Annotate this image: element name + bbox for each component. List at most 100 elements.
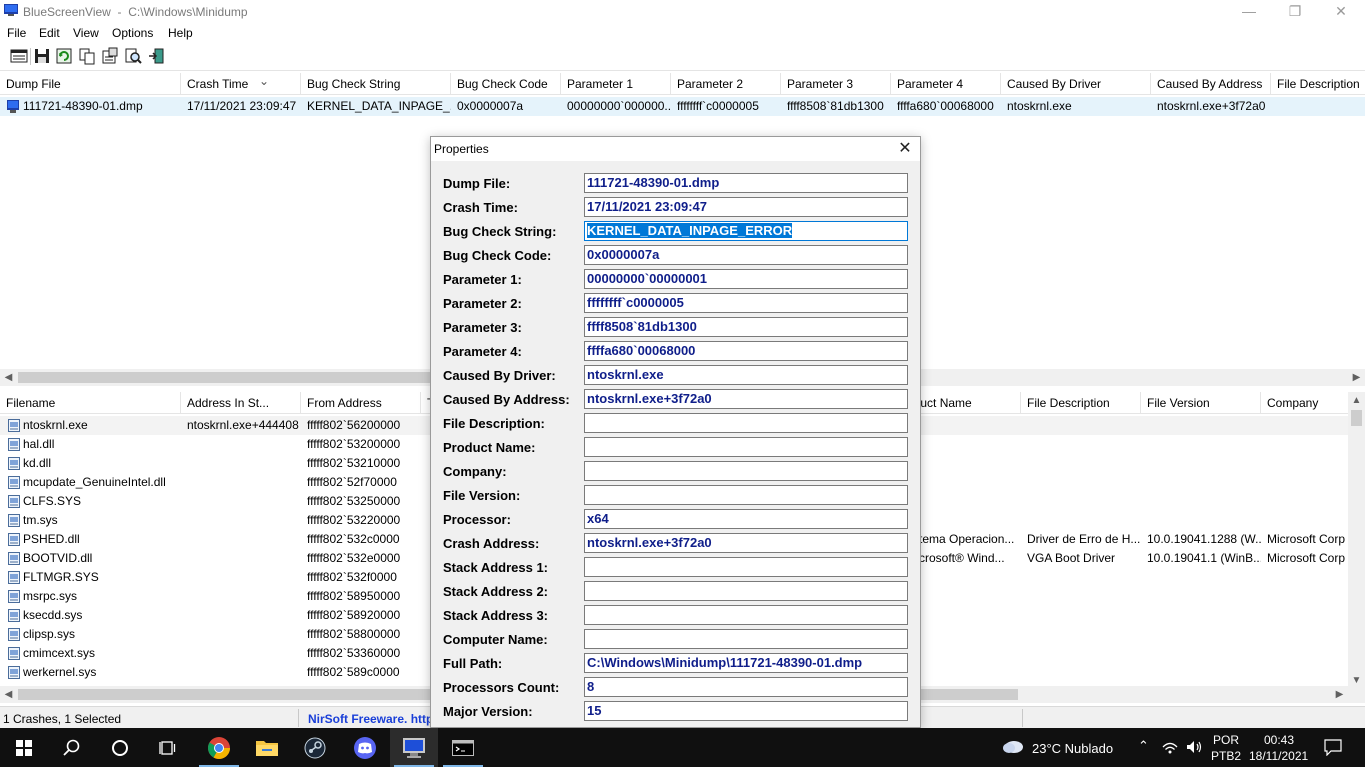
field-computer-name[interactable] — [584, 629, 908, 649]
field-caused-by-address[interactable]: ntoskrnl.exe+3f72a0 — [584, 389, 908, 409]
scroll-up-icon[interactable]: ▲ — [1348, 392, 1365, 409]
field-major-version[interactable]: 15 — [584, 701, 908, 721]
chevron-up-icon[interactable]: ⌃ — [1138, 738, 1149, 754]
language-indicator[interactable]: POR — [1213, 733, 1239, 747]
steam-button[interactable] — [291, 728, 339, 767]
cell-filename: PSHED.dll — [23, 532, 80, 546]
close-button[interactable]: ✕ — [1318, 0, 1364, 24]
field-parameter-3[interactable]: ffff8508`81db1300 — [584, 317, 908, 337]
save-icon[interactable] — [33, 47, 51, 65]
exit-icon[interactable] — [147, 47, 165, 65]
search-button[interactable] — [48, 728, 96, 767]
file-explorer-button[interactable] — [243, 728, 291, 767]
discord-button[interactable] — [341, 728, 389, 767]
keyboard-layout[interactable]: PTB2 — [1211, 749, 1241, 763]
advanced-options-icon[interactable] — [10, 47, 28, 65]
cell-parameter-1: 00000000`000000... — [567, 99, 671, 113]
vscroll-thumb[interactable] — [1351, 410, 1362, 426]
notification-icon[interactable] — [1324, 739, 1342, 756]
task-view-button[interactable] — [144, 728, 192, 767]
field-value: 15 — [587, 703, 602, 718]
field-crash-time[interactable]: 17/11/2021 23:09:47 — [584, 197, 908, 217]
menu-help[interactable]: Help — [168, 26, 193, 40]
field-caused-by-driver[interactable]: ntoskrnl.exe — [584, 365, 908, 385]
chrome-taskbar-button[interactable] — [195, 728, 243, 767]
col-dump-file[interactable]: Dump File — [0, 73, 181, 95]
cell-product-name — [913, 568, 1021, 587]
col-from-address[interactable]: From Address — [301, 392, 421, 414]
scroll-right-icon[interactable]: ▶ — [1348, 369, 1365, 386]
maximize-button[interactable]: ❐ — [1272, 0, 1318, 24]
cell-from-address: fffff802`532e0000 — [307, 551, 401, 565]
field-product-name[interactable] — [584, 437, 908, 457]
field-processors-count[interactable]: 8 — [584, 677, 908, 697]
start-button[interactable] — [0, 728, 48, 767]
col-file-description[interactable]: File Description — [1271, 73, 1365, 95]
scroll-right-icon[interactable]: ▶ — [1331, 686, 1348, 703]
field-parameter-2[interactable]: ffffffff`c0000005 — [584, 293, 908, 313]
col-bug-check-code[interactable]: Bug Check Code — [451, 73, 561, 95]
col-module-file-description[interactable]: File Description — [1021, 392, 1141, 414]
properties-icon[interactable] — [101, 47, 119, 65]
field-stack-address-2[interactable] — [584, 581, 908, 601]
field-dump-file[interactable]: 111721-48390-01.dmp — [584, 173, 908, 193]
cell-module-file-description — [1021, 587, 1141, 606]
find-icon[interactable] — [124, 47, 142, 65]
col-caused-by-driver[interactable]: Caused By Driver — [1001, 73, 1151, 95]
col-parameter-2[interactable]: Parameter 2 — [671, 73, 781, 95]
field-company[interactable] — [584, 461, 908, 481]
dialog-close-button[interactable]: ✕ — [890, 137, 920, 161]
col-caused-by-address[interactable]: Caused By Address — [1151, 73, 1271, 95]
menu-file[interactable]: File — [7, 26, 26, 40]
field-bug-check-string[interactable]: KERNEL_DATA_INPAGE_ERROR — [584, 221, 908, 241]
label-full-path: Full Path: — [443, 656, 503, 671]
clock-date[interactable]: 18/11/2021 — [1249, 749, 1308, 763]
col-file-version[interactable]: File Version — [1141, 392, 1261, 414]
terminal-button[interactable] — [439, 728, 487, 767]
field-stack-address-1[interactable] — [584, 557, 908, 577]
cell-product-name — [913, 587, 1021, 606]
menu-edit[interactable]: Edit — [39, 26, 60, 40]
field-file-version[interactable] — [584, 485, 908, 505]
col-parameter-1[interactable]: Parameter 1 — [561, 73, 671, 95]
field-crash-address[interactable]: ntoskrnl.exe+3f72a0 — [584, 533, 908, 553]
volume-icon[interactable] — [1186, 739, 1204, 755]
field-full-path[interactable]: C:\Windows\Minidump\111721-48390-01.dmp — [584, 653, 908, 673]
network-icon[interactable] — [1162, 739, 1178, 755]
col-parameter-4[interactable]: Parameter 4 — [891, 73, 1001, 95]
menu-options[interactable]: Options — [112, 26, 153, 40]
col-filename[interactable]: Filename — [0, 392, 181, 414]
module-list-vscrollbar[interactable]: ▲ ▼ — [1348, 392, 1365, 689]
search-icon — [63, 739, 80, 756]
weather-text[interactable]: 23°C Nublado — [1032, 741, 1113, 756]
refresh-icon[interactable] — [55, 47, 73, 65]
minimize-button[interactable]: — — [1226, 0, 1272, 24]
scroll-left-icon[interactable]: ◀ — [0, 369, 17, 386]
copy-icon[interactable] — [78, 47, 96, 65]
cloud-icon[interactable] — [1002, 738, 1024, 754]
field-processor[interactable]: x64 — [584, 509, 908, 529]
properties-dialog: Properties ✕ Dump File: 111721-48390-01.d… — [430, 136, 921, 728]
cortana-button[interactable] — [96, 728, 144, 767]
menu-view[interactable]: View — [73, 26, 99, 40]
col-address-in-stack[interactable]: Address In St... — [181, 392, 301, 414]
field-bug-check-code[interactable]: 0x0000007a — [584, 245, 908, 265]
crash-row[interactable]: 111721-48390-01.dmp 17/11/2021 23:09:47 … — [0, 97, 1365, 116]
col-crash-time[interactable]: Crash Time ⌄ — [181, 73, 301, 95]
field-value: 17/11/2021 23:09:47 — [587, 199, 707, 214]
field-parameter-1[interactable]: 00000000`00000001 — [584, 269, 908, 289]
field-file-description[interactable] — [584, 413, 908, 433]
scroll-left-icon[interactable]: ◀ — [0, 686, 17, 703]
cell-file-version — [1141, 663, 1261, 682]
field-stack-address-3[interactable] — [584, 605, 908, 625]
cell-filename: werkernel.sys — [23, 665, 97, 679]
col-bug-check-string[interactable]: Bug Check String — [301, 73, 451, 95]
field-parameter-4[interactable]: ffffa680`00068000 — [584, 341, 908, 361]
cell-file-version — [1141, 473, 1261, 492]
col-parameter-3[interactable]: Parameter 3 — [781, 73, 891, 95]
bluescreenview-taskbar-button[interactable] — [390, 728, 438, 767]
cell-product-name — [913, 435, 1021, 454]
col-company[interactable]: Company — [1261, 392, 1348, 414]
nirsoft-link[interactable]: NirSoft Freeware. http — [308, 712, 433, 726]
clock-time[interactable]: 00:43 — [1264, 733, 1294, 747]
